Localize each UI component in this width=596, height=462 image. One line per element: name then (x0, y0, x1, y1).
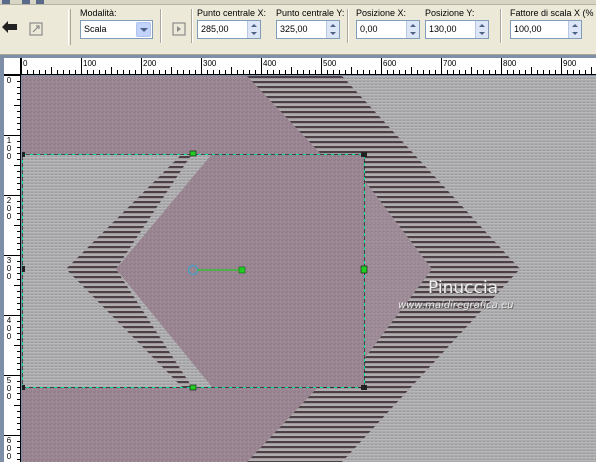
ruler-h-label: 500 (323, 59, 337, 68)
ruler-h-label: 0 (23, 59, 28, 68)
ruler-h-label: 900 (563, 59, 577, 68)
menu-icon-3[interactable] (36, 0, 44, 4)
top-menu-strip (0, 0, 596, 5)
ruler-h-label: 100 (83, 59, 97, 68)
image-canvas[interactable]: Pinuccia www.maidiregrafica.eu (22, 76, 596, 462)
toolbar-grip[interactable] (68, 9, 71, 45)
center-y-spinner[interactable] (326, 21, 339, 38)
pos-y-field[interactable]: 130,00 (425, 20, 489, 39)
scale-x-spinner[interactable] (568, 21, 581, 38)
mode-value: Scala (84, 24, 107, 34)
scale-x-value: 100,00 (514, 24, 542, 34)
center-y-label: Punto centrale Y: (276, 8, 345, 18)
menu-icon-1[interactable] (2, 0, 10, 4)
toolbar-separator (160, 9, 162, 43)
handle-middle-left[interactable] (22, 266, 25, 272)
vertical-ruler: 0 100 200 300 400 500 600 (4, 75, 21, 462)
handle-bottom-middle[interactable] (189, 384, 197, 391)
ruler-corner (4, 58, 21, 75)
perspective-icon[interactable] (170, 20, 188, 38)
menu-icon-2[interactable] (22, 0, 30, 4)
handle-bottom-right[interactable] (361, 385, 367, 390)
pos-x-value: 0,00 (360, 24, 378, 34)
ruler-v-label: 500 (6, 376, 12, 401)
center-x-label: Punto centrale X: (197, 8, 267, 18)
tool-options-bar: Modalità: Scala Punto centrale X: 285,00… (0, 0, 596, 55)
ruler-h-label: 400 (263, 59, 277, 68)
handle-top-middle[interactable] (189, 150, 197, 157)
center-x-spinner[interactable] (247, 21, 260, 38)
scale-x-label: Fattore di scala X (% (510, 8, 594, 18)
scale-x-field[interactable]: 100,00 (510, 20, 582, 39)
toolbar-separator (191, 9, 193, 43)
mode-select[interactable]: Scala (80, 20, 153, 39)
center-x-value: 285,00 (201, 24, 229, 34)
canvas-artwork (22, 76, 596, 462)
apply-transform-icon[interactable] (27, 20, 45, 38)
watermark-url: www.maidiregrafica.eu (398, 300, 514, 311)
ruler-v-label: 100 (6, 136, 12, 161)
pos-y-label: Posizione Y: (425, 8, 475, 18)
handle-middle-right[interactable] (360, 265, 368, 274)
ruler-v-label: 300 (6, 256, 12, 281)
watermark-name: Pinuccia (428, 278, 498, 298)
rotation-handle[interactable] (238, 266, 246, 274)
center-x-field[interactable]: 285,00 (197, 20, 261, 39)
ruler-h-label: 800 (503, 59, 517, 68)
center-y-value: 325,00 (280, 24, 308, 34)
handle-top-right[interactable] (361, 152, 367, 157)
image-workspace: 0 100 200 300 400 500 600 700 800 900 0 … (0, 55, 596, 462)
ruler-v-label: 600 (6, 436, 12, 461)
pos-y-spinner[interactable] (475, 21, 488, 38)
ruler-h-label: 600 (383, 59, 397, 68)
mode-label: Modalità: (80, 8, 117, 18)
pos-x-label: Posizione X: (356, 8, 407, 18)
pos-x-spinner[interactable] (406, 21, 419, 38)
chevron-down-icon[interactable] (136, 22, 151, 37)
ruler-h-label: 200 (143, 59, 157, 68)
horizontal-ruler: 0 100 200 300 400 500 600 700 800 900 (21, 58, 596, 75)
center-y-field[interactable]: 325,00 (276, 20, 340, 39)
pos-y-value: 130,00 (429, 24, 457, 34)
toolbar-separator (347, 9, 349, 43)
ruler-v-label: 400 (6, 316, 12, 341)
ruler-v-label: 200 (6, 196, 12, 221)
handle-top-left[interactable] (22, 152, 25, 157)
ruler-h-label: 300 (203, 59, 217, 68)
pos-x-field[interactable]: 0,00 (356, 20, 420, 39)
reset-arrow-icon[interactable] (1, 19, 19, 37)
toolbar-separator (500, 9, 502, 43)
handle-bottom-left[interactable] (22, 385, 25, 390)
ruler-h-label: 700 (443, 59, 457, 68)
ruler-v-label: 0 (6, 76, 12, 85)
